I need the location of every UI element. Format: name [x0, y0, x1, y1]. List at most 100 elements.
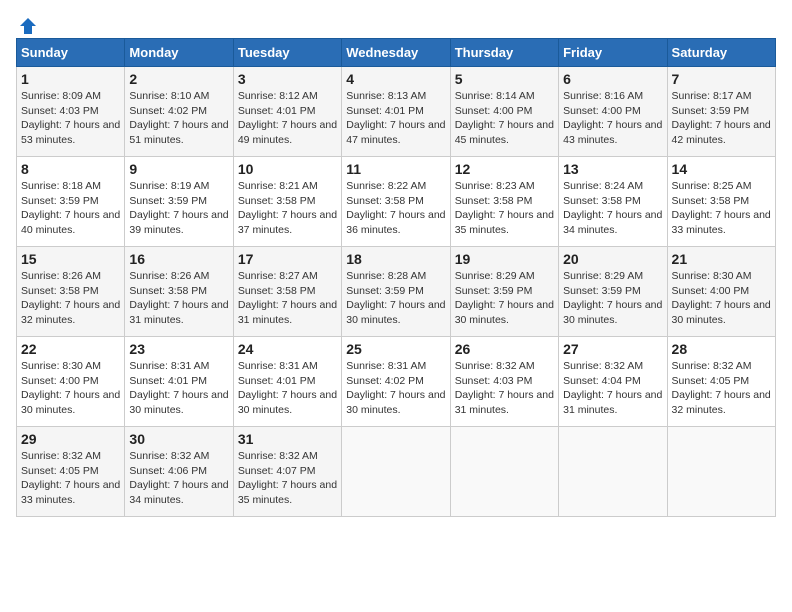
calendar-cell: 27 Sunrise: 8:32 AMSunset: 4:04 PMDaylig…: [559, 337, 667, 427]
day-number: 15: [21, 251, 120, 267]
day-info: Sunrise: 8:24 AMSunset: 3:58 PMDaylight:…: [563, 179, 662, 238]
calendar-cell: 16 Sunrise: 8:26 AMSunset: 3:58 PMDaylig…: [125, 247, 233, 337]
day-number: 30: [129, 431, 228, 447]
calendar-cell: 29 Sunrise: 8:32 AMSunset: 4:05 PMDaylig…: [17, 427, 125, 517]
calendar-cell: 20 Sunrise: 8:29 AMSunset: 3:59 PMDaylig…: [559, 247, 667, 337]
calendar-week-row: 22 Sunrise: 8:30 AMSunset: 4:00 PMDaylig…: [17, 337, 776, 427]
weekday-header-sunday: Sunday: [17, 39, 125, 67]
calendar-cell: 14 Sunrise: 8:25 AMSunset: 3:58 PMDaylig…: [667, 157, 775, 247]
day-info: Sunrise: 8:32 AMSunset: 4:03 PMDaylight:…: [455, 359, 554, 418]
day-info: Sunrise: 8:12 AMSunset: 4:01 PMDaylight:…: [238, 89, 337, 148]
day-info: Sunrise: 8:14 AMSunset: 4:00 PMDaylight:…: [455, 89, 554, 148]
calendar-cell: 24 Sunrise: 8:31 AMSunset: 4:01 PMDaylig…: [233, 337, 341, 427]
calendar-cell: 11 Sunrise: 8:22 AMSunset: 3:58 PMDaylig…: [342, 157, 450, 247]
day-number: 18: [346, 251, 445, 267]
calendar-cell: 4 Sunrise: 8:13 AMSunset: 4:01 PMDayligh…: [342, 67, 450, 157]
day-number: 12: [455, 161, 554, 177]
day-number: 6: [563, 71, 662, 87]
calendar-cell: 31 Sunrise: 8:32 AMSunset: 4:07 PMDaylig…: [233, 427, 341, 517]
calendar-cell: [667, 427, 775, 517]
day-info: Sunrise: 8:09 AMSunset: 4:03 PMDaylight:…: [21, 89, 120, 148]
day-number: 27: [563, 341, 662, 357]
day-info: Sunrise: 8:26 AMSunset: 3:58 PMDaylight:…: [129, 269, 228, 328]
day-number: 10: [238, 161, 337, 177]
calendar-cell: 6 Sunrise: 8:16 AMSunset: 4:00 PMDayligh…: [559, 67, 667, 157]
day-info: Sunrise: 8:23 AMSunset: 3:58 PMDaylight:…: [455, 179, 554, 238]
calendar-week-row: 1 Sunrise: 8:09 AMSunset: 4:03 PMDayligh…: [17, 67, 776, 157]
day-info: Sunrise: 8:32 AMSunset: 4:05 PMDaylight:…: [21, 449, 120, 508]
calendar-week-row: 15 Sunrise: 8:26 AMSunset: 3:58 PMDaylig…: [17, 247, 776, 337]
day-number: 22: [21, 341, 120, 357]
weekday-header-row: SundayMondayTuesdayWednesdayThursdayFrid…: [17, 39, 776, 67]
day-number: 20: [563, 251, 662, 267]
weekday-header-tuesday: Tuesday: [233, 39, 341, 67]
day-info: Sunrise: 8:31 AMSunset: 4:01 PMDaylight:…: [238, 359, 337, 418]
day-number: 13: [563, 161, 662, 177]
calendar-cell: 2 Sunrise: 8:10 AMSunset: 4:02 PMDayligh…: [125, 67, 233, 157]
calendar-cell: 30 Sunrise: 8:32 AMSunset: 4:06 PMDaylig…: [125, 427, 233, 517]
calendar-cell: 19 Sunrise: 8:29 AMSunset: 3:59 PMDaylig…: [450, 247, 558, 337]
day-info: Sunrise: 8:31 AMSunset: 4:02 PMDaylight:…: [346, 359, 445, 418]
day-number: 3: [238, 71, 337, 87]
calendar-cell: 26 Sunrise: 8:32 AMSunset: 4:03 PMDaylig…: [450, 337, 558, 427]
day-info: Sunrise: 8:27 AMSunset: 3:58 PMDaylight:…: [238, 269, 337, 328]
day-number: 17: [238, 251, 337, 267]
logo: [16, 16, 38, 28]
calendar-cell: [559, 427, 667, 517]
weekday-header-thursday: Thursday: [450, 39, 558, 67]
logo-icon: [18, 16, 38, 36]
day-number: 8: [21, 161, 120, 177]
calendar-cell: 28 Sunrise: 8:32 AMSunset: 4:05 PMDaylig…: [667, 337, 775, 427]
day-number: 7: [672, 71, 771, 87]
calendar-cell: 10 Sunrise: 8:21 AMSunset: 3:58 PMDaylig…: [233, 157, 341, 247]
calendar-cell: 8 Sunrise: 8:18 AMSunset: 3:59 PMDayligh…: [17, 157, 125, 247]
page-header: [16, 16, 776, 28]
weekday-header-wednesday: Wednesday: [342, 39, 450, 67]
day-info: Sunrise: 8:25 AMSunset: 3:58 PMDaylight:…: [672, 179, 771, 238]
day-info: Sunrise: 8:28 AMSunset: 3:59 PMDaylight:…: [346, 269, 445, 328]
calendar-week-row: 8 Sunrise: 8:18 AMSunset: 3:59 PMDayligh…: [17, 157, 776, 247]
day-info: Sunrise: 8:17 AMSunset: 3:59 PMDaylight:…: [672, 89, 771, 148]
calendar-cell: 12 Sunrise: 8:23 AMSunset: 3:58 PMDaylig…: [450, 157, 558, 247]
calendar-cell: 18 Sunrise: 8:28 AMSunset: 3:59 PMDaylig…: [342, 247, 450, 337]
day-number: 14: [672, 161, 771, 177]
day-info: Sunrise: 8:19 AMSunset: 3:59 PMDaylight:…: [129, 179, 228, 238]
day-info: Sunrise: 8:29 AMSunset: 3:59 PMDaylight:…: [563, 269, 662, 328]
day-info: Sunrise: 8:30 AMSunset: 4:00 PMDaylight:…: [672, 269, 771, 328]
day-info: Sunrise: 8:31 AMSunset: 4:01 PMDaylight:…: [129, 359, 228, 418]
day-number: 2: [129, 71, 228, 87]
day-number: 1: [21, 71, 120, 87]
day-number: 29: [21, 431, 120, 447]
day-info: Sunrise: 8:10 AMSunset: 4:02 PMDaylight:…: [129, 89, 228, 148]
day-number: 24: [238, 341, 337, 357]
day-number: 31: [238, 431, 337, 447]
weekday-header-monday: Monday: [125, 39, 233, 67]
calendar-cell: 3 Sunrise: 8:12 AMSunset: 4:01 PMDayligh…: [233, 67, 341, 157]
day-number: 26: [455, 341, 554, 357]
calendar-cell: 5 Sunrise: 8:14 AMSunset: 4:00 PMDayligh…: [450, 67, 558, 157]
calendar-cell: 21 Sunrise: 8:30 AMSunset: 4:00 PMDaylig…: [667, 247, 775, 337]
day-number: 28: [672, 341, 771, 357]
calendar-week-row: 29 Sunrise: 8:32 AMSunset: 4:05 PMDaylig…: [17, 427, 776, 517]
day-info: Sunrise: 8:26 AMSunset: 3:58 PMDaylight:…: [21, 269, 120, 328]
day-number: 25: [346, 341, 445, 357]
calendar-cell: 23 Sunrise: 8:31 AMSunset: 4:01 PMDaylig…: [125, 337, 233, 427]
day-number: 5: [455, 71, 554, 87]
day-info: Sunrise: 8:32 AMSunset: 4:04 PMDaylight:…: [563, 359, 662, 418]
calendar-cell: [450, 427, 558, 517]
weekday-header-friday: Friday: [559, 39, 667, 67]
calendar-cell: [342, 427, 450, 517]
day-info: Sunrise: 8:29 AMSunset: 3:59 PMDaylight:…: [455, 269, 554, 328]
weekday-header-saturday: Saturday: [667, 39, 775, 67]
calendar-cell: 13 Sunrise: 8:24 AMSunset: 3:58 PMDaylig…: [559, 157, 667, 247]
day-info: Sunrise: 8:32 AMSunset: 4:06 PMDaylight:…: [129, 449, 228, 508]
day-number: 21: [672, 251, 771, 267]
day-number: 9: [129, 161, 228, 177]
day-info: Sunrise: 8:21 AMSunset: 3:58 PMDaylight:…: [238, 179, 337, 238]
calendar-cell: 7 Sunrise: 8:17 AMSunset: 3:59 PMDayligh…: [667, 67, 775, 157]
day-number: 11: [346, 161, 445, 177]
day-info: Sunrise: 8:18 AMSunset: 3:59 PMDaylight:…: [21, 179, 120, 238]
calendar-cell: 15 Sunrise: 8:26 AMSunset: 3:58 PMDaylig…: [17, 247, 125, 337]
day-info: Sunrise: 8:30 AMSunset: 4:00 PMDaylight:…: [21, 359, 120, 418]
calendar-cell: 9 Sunrise: 8:19 AMSunset: 3:59 PMDayligh…: [125, 157, 233, 247]
